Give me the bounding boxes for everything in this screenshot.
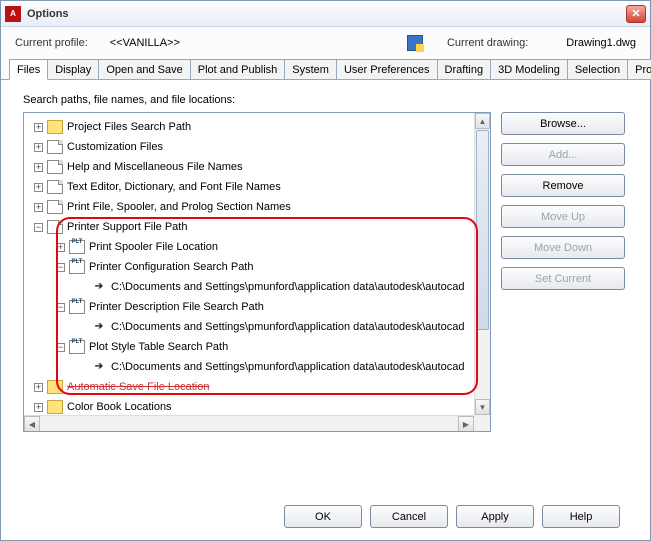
browse-button[interactable]: Browse... [501,112,625,135]
tab-files[interactable]: Files [9,59,48,80]
tree-path[interactable]: ➔C:\Documents and Settings\pmunford\appl… [26,357,488,377]
tree-item[interactable]: +Customization Files [26,137,488,157]
file-icon [47,200,63,214]
scroll-corner [474,415,490,431]
expand-icon[interactable]: + [56,243,65,252]
tab-plot-and-publish[interactable]: Plot and Publish [190,59,286,80]
profile-row: Current profile: <<VANILLA>> Current dra… [1,27,650,55]
scroll-up-icon[interactable]: ▲ [475,113,490,129]
file-icon [47,220,63,234]
scroll-down-icon[interactable]: ▼ [475,399,490,415]
file-icon [47,160,63,174]
expand-icon[interactable]: + [34,403,43,412]
scroll-right-icon[interactable]: ▶ [458,416,474,432]
expand-icon[interactable]: + [34,203,43,212]
ok-button[interactable]: OK [284,505,362,528]
arrow-icon: ➔ [91,360,107,374]
tab-open-and-save[interactable]: Open and Save [98,59,190,80]
arrow-icon: ➔ [91,280,107,294]
scrollbar-vertical[interactable]: ▲ ▼ [474,113,490,415]
options-window: A Options ✕ Current profile: <<VANILLA>>… [0,0,651,541]
titlebar: A Options ✕ [1,1,650,27]
dialog-buttons: OK Cancel Apply Help [23,487,636,540]
folder-icon [47,400,63,414]
current-profile-value: <<VANILLA>> [110,37,180,49]
tree-path[interactable]: ➔C:\Documents and Settings\pmunford\appl… [26,277,488,297]
expand-icon[interactable]: + [34,383,43,392]
tree-item-printer-support[interactable]: −Printer Support File Path [26,217,488,237]
tree-item[interactable]: +Text Editor, Dictionary, and Font File … [26,177,488,197]
tab-profiles[interactable]: Profiles [627,59,651,80]
file-icon [47,180,63,194]
move-up-button[interactable]: Move Up [501,205,625,228]
tree-item[interactable]: −PLTPlot Style Table Search Path [26,337,488,357]
tab-selection[interactable]: Selection [567,59,628,80]
folder-icon [47,120,63,134]
scroll-left-icon[interactable]: ◀ [24,416,40,432]
tree-item[interactable]: +Automatic Save File Location [26,377,488,397]
add-button[interactable]: Add... [501,143,625,166]
current-drawing-value: Drawing1.dwg [566,37,636,49]
tab-user-preferences[interactable]: User Preferences [336,59,438,80]
arrow-icon: ➔ [91,320,107,334]
scrollbar-horizontal[interactable]: ◀ ▶ [24,415,474,431]
tab-3d-modeling[interactable]: 3D Modeling [490,59,568,80]
plt-icon: PLT [69,300,85,314]
expand-icon[interactable]: + [34,183,43,192]
collapse-icon[interactable]: − [34,223,43,232]
folder-icon [47,380,63,394]
collapse-icon[interactable]: − [56,303,65,312]
tree-item[interactable]: −PLTPrinter Configuration Search Path [26,257,488,277]
tab-display[interactable]: Display [47,59,99,80]
tab-system[interactable]: System [284,59,337,80]
file-icon [47,140,63,154]
cancel-button[interactable]: Cancel [370,505,448,528]
tree-item[interactable]: +Print File, Spooler, and Prolog Section… [26,197,488,217]
tree-item[interactable]: +Project Files Search Path [26,117,488,137]
collapse-icon[interactable]: − [56,343,65,352]
drawing-icon [407,35,423,51]
remove-button[interactable]: Remove [501,174,625,197]
close-button[interactable]: ✕ [626,5,646,23]
plt-icon: PLT [69,260,85,274]
collapse-icon[interactable]: − [56,263,65,272]
side-button-column: Browse... Add... Remove Move Up Move Dow… [501,112,625,487]
expand-icon[interactable]: + [34,123,43,132]
tab-drafting[interactable]: Drafting [437,59,492,80]
window-title: Options [27,8,69,20]
app-icon: A [5,6,21,22]
files-panel: Search paths, file names, and file locat… [1,80,650,540]
tree-view[interactable]: +Project Files Search Path +Customizatio… [23,112,491,432]
current-profile-label: Current profile: [15,37,88,49]
expand-icon[interactable]: + [34,163,43,172]
tabs-row: Files Display Open and Save Plot and Pub… [1,59,650,80]
tree-item[interactable]: −PLTPrinter Description File Search Path [26,297,488,317]
help-button[interactable]: Help [542,505,620,528]
tree-item[interactable]: +Color Book Locations [26,397,488,417]
expand-icon[interactable]: + [34,143,43,152]
set-current-button[interactable]: Set Current [501,267,625,290]
current-drawing-label: Current drawing: [447,37,528,49]
apply-button[interactable]: Apply [456,505,534,528]
tree-path[interactable]: ➔C:\Documents and Settings\pmunford\appl… [26,317,488,337]
panel-heading: Search paths, file names, and file locat… [23,94,636,106]
tree-item[interactable]: +PLTPrint Spooler File Location [26,237,488,257]
move-down-button[interactable]: Move Down [501,236,625,259]
tree-item[interactable]: +Help and Miscellaneous File Names [26,157,488,177]
scroll-thumb[interactable] [476,130,489,330]
plt-icon: PLT [69,340,85,354]
